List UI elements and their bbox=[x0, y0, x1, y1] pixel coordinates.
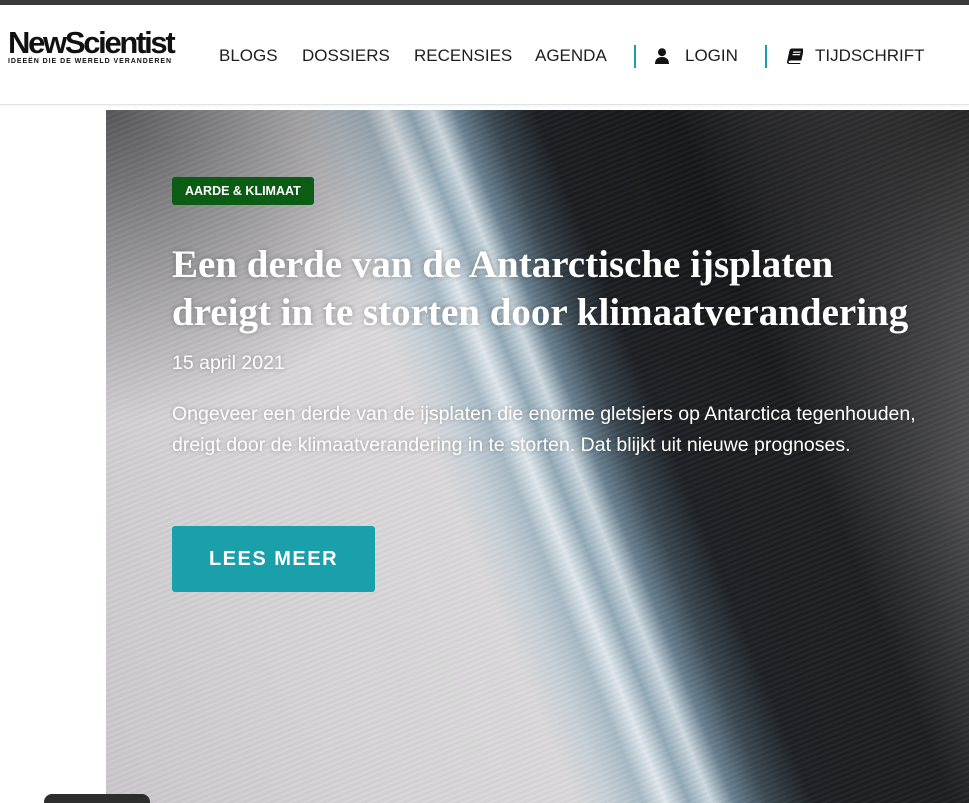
floating-widget-tab[interactable] bbox=[44, 794, 150, 803]
login-link[interactable]: LOGIN bbox=[650, 43, 745, 71]
article-date: 15 april 2021 bbox=[172, 352, 285, 374]
login-label: LOGIN bbox=[685, 46, 738, 65]
category-badge[interactable]: AARDE & KLIMAAT bbox=[172, 177, 314, 205]
magazine-link[interactable]: TIJDSCHRIFT bbox=[782, 43, 932, 71]
nav-divider bbox=[634, 45, 636, 68]
magazine-label: TIJDSCHRIFT bbox=[815, 46, 925, 65]
site-header: NewScientist IDEEËN DIE DE WERELD VERAND… bbox=[0, 5, 969, 105]
read-more-button[interactable]: LEES MEER bbox=[172, 526, 375, 592]
nav-item-blogs[interactable]: BLOGS bbox=[219, 46, 278, 66]
article-summary: Ongeveer een derde van de ijsplaten die … bbox=[172, 403, 916, 456]
article-title[interactable]: Een derde van de Antarctische ijsplaten … bbox=[172, 241, 928, 337]
user-icon bbox=[655, 48, 669, 64]
book-icon bbox=[786, 48, 804, 64]
nav-item-agenda[interactable]: AGENDA bbox=[535, 46, 607, 66]
nav-divider bbox=[765, 45, 767, 68]
logo-tagline: IDEEËN DIE DE WERELD VERANDEREN bbox=[8, 58, 173, 65]
hero-banner: AARDE & KLIMAAT Een derde van de Antarct… bbox=[106, 110, 969, 803]
nav-item-recensies[interactable]: RECENSIES bbox=[414, 46, 512, 66]
logo-wordmark: NewScientist bbox=[8, 25, 176, 60]
nav-item-dossiers[interactable]: DOSSIERS bbox=[302, 46, 390, 66]
site-logo[interactable]: NewScientist IDEEËN DIE DE WERELD VERAND… bbox=[8, 27, 178, 73]
